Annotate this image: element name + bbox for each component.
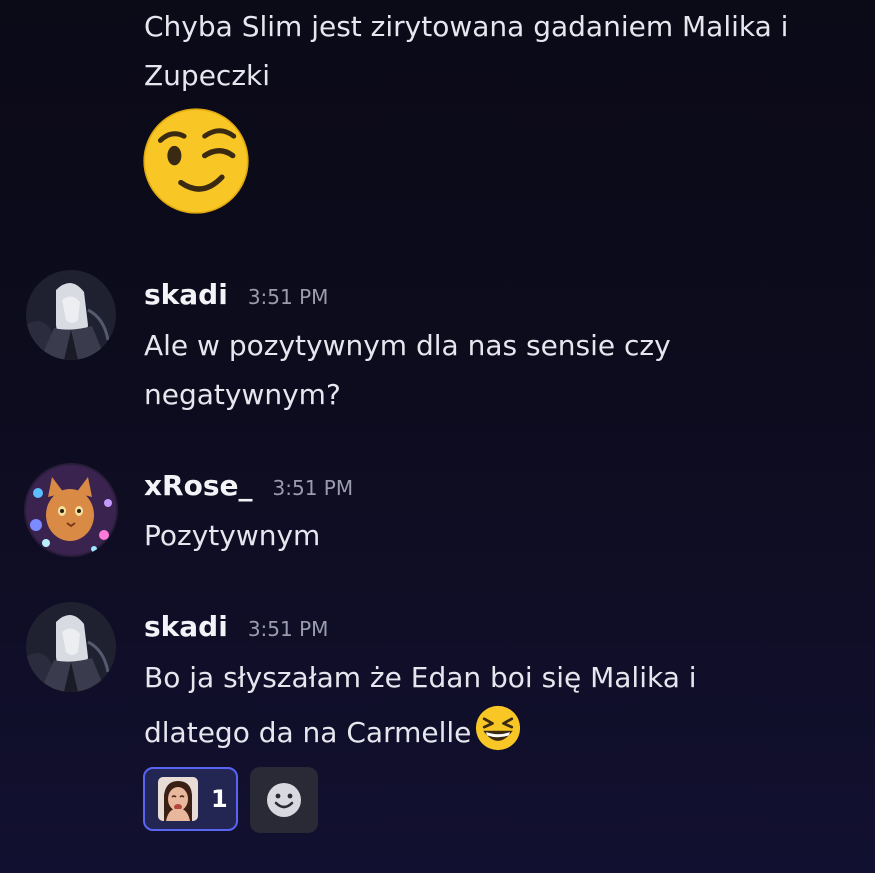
timestamp: 3:51 PM	[272, 476, 354, 500]
username[interactable]: skadi	[144, 610, 228, 643]
reaction-button[interactable]: 1	[143, 767, 238, 831]
timestamp: 3:51 PM	[247, 617, 329, 641]
message-text: Bo ja słyszałam że Edan boi się Malika i	[144, 661, 697, 694]
message-text: Ale w pozytywnym dla nas sensie czy	[144, 329, 671, 362]
winking-face-emoji	[143, 108, 249, 214]
add-reaction-button[interactable]	[250, 767, 318, 833]
avatar[interactable]	[26, 270, 116, 360]
smiley-add-reaction-icon	[267, 783, 301, 817]
message-text: Zupeczki	[144, 59, 271, 92]
message-text: Chyba Slim jest zirytowana gadaniem Mali…	[144, 10, 789, 43]
message-text-with-emoji: dlatego da na Carmelle	[144, 705, 521, 754]
username[interactable]: xRose_	[144, 469, 253, 502]
message-text: dlatego da na Carmelle	[144, 716, 472, 749]
username[interactable]: skadi	[144, 278, 228, 311]
grinning-squinting-face-emoji	[476, 705, 521, 751]
avatar[interactable]	[24, 463, 118, 557]
avatar[interactable]	[26, 602, 116, 692]
message-text: Pozytywnym	[144, 519, 321, 552]
reaction-count: 1	[211, 785, 228, 813]
timestamp: 3:51 PM	[247, 285, 329, 309]
message-text: negatywnym?	[144, 378, 341, 411]
crying-person-emoji	[158, 777, 198, 821]
